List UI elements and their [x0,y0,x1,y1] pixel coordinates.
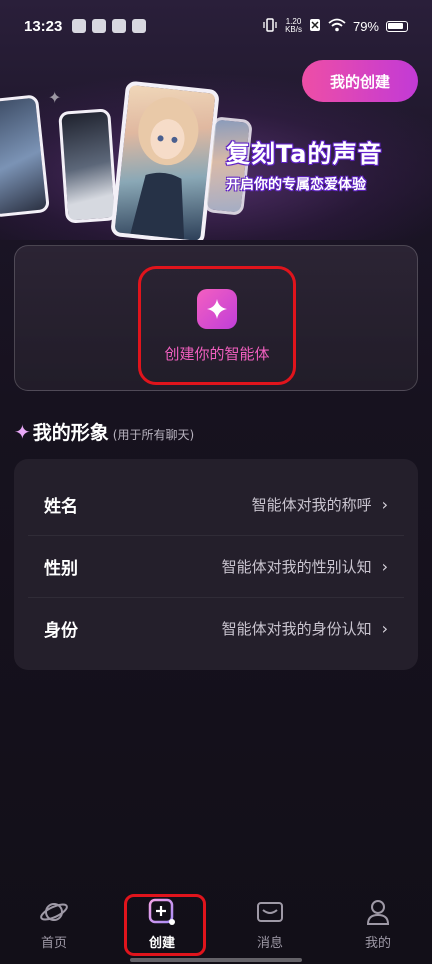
profile-icon [363,898,393,926]
wifi-icon [328,18,346,35]
network-speed-unit: KB/s [285,25,302,34]
chevron-right-icon: › [381,557,388,576]
chevron-right-icon: › [381,619,388,638]
row-value: 智能体对我的性别认知 [221,558,372,576]
character-card [58,108,118,224]
battery-icon [386,20,408,32]
status-right: 1.20 KB/s 79% [262,18,408,35]
my-image-title: 我的形象 [32,422,109,444]
nav-profile[interactable]: 我的 [342,890,414,951]
gender-row[interactable]: 性别 智能体对我的性别认知 › [28,535,404,597]
sim-off-icon [309,18,321,35]
sparkle-create-icon [197,289,237,329]
status-time: 13:23 [24,17,63,35]
my-image-note: (用于所有聊天) [112,428,195,442]
row-value-group: 智能体对我的性别认知 › [222,556,388,577]
status-left: 13:23 [24,17,147,35]
character-card-featured [110,80,220,240]
notification-app-icon [72,19,87,33]
sparkle-icon: ✦ [48,88,62,107]
nav-home[interactable]: 首页 [18,890,90,951]
create-agent-button[interactable]: 创建你的智能体 [138,266,296,385]
name-row[interactable]: 姓名 智能体对我的称呼 › [28,473,404,535]
bottom-nav: 首页 创建 消息 我的 [0,890,432,964]
my-creations-button[interactable]: 我的创建 [302,60,418,102]
nav-profile-label: 我的 [364,936,391,951]
create-agent-label: 创建你的智能体 [164,345,270,363]
row-label: 姓名 [44,496,78,517]
banner-title: 复刻Ta的声音 [226,140,383,168]
status-bar: 13:23 1.20 KB/s 79% [0,0,432,52]
row-label: 性别 [44,559,78,579]
notification-message-icon [132,19,147,33]
row-value-group: 智能体对我的称呼 › [252,494,388,515]
chevron-right-icon: › [381,494,388,514]
network-speed: 1.20 KB/s [285,18,302,34]
planet-icon [39,898,69,926]
row-value-group: 智能体对我的身份认知 › [222,618,388,639]
character-illustration [130,97,199,240]
row-value: 智能体对我的身份认知 [221,620,372,638]
nav-messages-label: 消息 [256,936,283,951]
nav-home-label: 首页 [40,936,67,951]
message-icon [255,898,285,926]
row-label: 身份 [44,621,78,641]
row-value: 智能体对我的称呼 [251,495,372,514]
create-tab-highlight [124,894,206,956]
my-image-card: 姓名 智能体对我的称呼 › 性别 智能体对我的性别认知 › 身份 智能体对我的身… [14,459,418,670]
home-indicator[interactable] [130,958,302,962]
battery-percent: 79% [352,18,379,34]
banner-subtitle: 开启你的专属恋爱体验 [226,177,366,193]
notification-app-icon [112,19,127,33]
notification-play-icon [92,19,107,33]
vibrate-icon [262,17,278,35]
identity-row[interactable]: 身份 智能体对我的身份认知 › [28,597,404,659]
my-image-header: ✦ 我的形象 (用于所有聊天) [14,418,194,445]
nav-messages[interactable]: 消息 [234,890,306,951]
star-icon: ✦ [14,420,31,444]
